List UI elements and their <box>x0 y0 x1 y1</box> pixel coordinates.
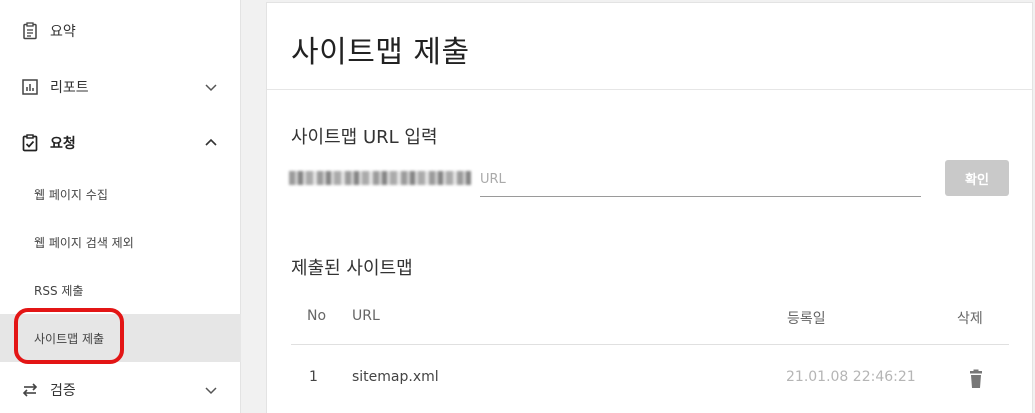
swap-arrows-icon <box>21 381 39 399</box>
clipboard-check-icon <box>21 134 39 152</box>
sidebar-group-report[interactable]: 리포트 <box>0 59 241 115</box>
sidebar-item-rss-submit[interactable]: RSS 제출 <box>0 266 241 314</box>
page-title: 사이트맵 제출 <box>291 35 470 70</box>
highlight-annotation <box>14 308 124 364</box>
table-divider <box>291 344 1009 345</box>
sitemap-url-input[interactable] <box>480 163 921 197</box>
sidebar-group-verify[interactable]: 검증 <box>0 362 241 413</box>
row-date: 21.01.08 22:46:21 <box>786 369 916 385</box>
site-domain-blurred <box>289 171 471 185</box>
sidebar-group-label: 검증 <box>50 383 76 399</box>
main-panel: 사이트맵 제출 사이트맵 URL 입력 확인 제출된 사이트맵 No URL 등… <box>266 2 1033 413</box>
sidebar-item-label: 웹 페이지 수집 <box>34 187 108 202</box>
trash-icon[interactable] <box>967 369 985 389</box>
chevron-up-icon[interactable] <box>203 135 219 151</box>
sidebar-group-label: 리포트 <box>50 80 89 96</box>
url-section-label: 사이트맵 URL 입력 <box>291 127 438 148</box>
chevron-down-icon[interactable] <box>203 79 219 95</box>
row-number: 1 <box>309 369 318 385</box>
sidebar-item-web-page-crawl[interactable]: 웹 페이지 수집 <box>0 170 241 218</box>
column-header-date: 등록일 <box>787 311 826 327</box>
submitted-sitemaps-label: 제출된 사이트맵 <box>291 258 413 279</box>
sidebar: 요약 리포트 요청 웹 페이지 수집 웹 페이지 검색 제외 RSS 제출 사이… <box>0 0 241 413</box>
confirm-button[interactable]: 확인 <box>945 160 1009 196</box>
column-header-delete: 삭제 <box>957 311 983 327</box>
column-header-no: No <box>307 308 327 324</box>
row-url[interactable]: sitemap.xml <box>352 369 439 385</box>
sidebar-item-web-page-exclude[interactable]: 웹 페이지 검색 제외 <box>0 218 241 266</box>
sidebar-item-label: 웹 페이지 검색 제외 <box>34 235 134 250</box>
bar-chart-icon <box>21 78 39 96</box>
sidebar-group-request[interactable]: 요청 <box>0 115 241 171</box>
sidebar-item-label: RSS 제출 <box>34 283 84 298</box>
divider <box>267 89 1032 90</box>
chevron-down-icon[interactable] <box>203 382 219 398</box>
sidebar-group-summary[interactable]: 요약 <box>0 3 241 59</box>
clipboard-icon <box>21 22 39 40</box>
sidebar-group-label: 요청 <box>50 136 76 152</box>
sidebar-group-label: 요약 <box>50 24 76 40</box>
column-header-url: URL <box>352 308 380 324</box>
